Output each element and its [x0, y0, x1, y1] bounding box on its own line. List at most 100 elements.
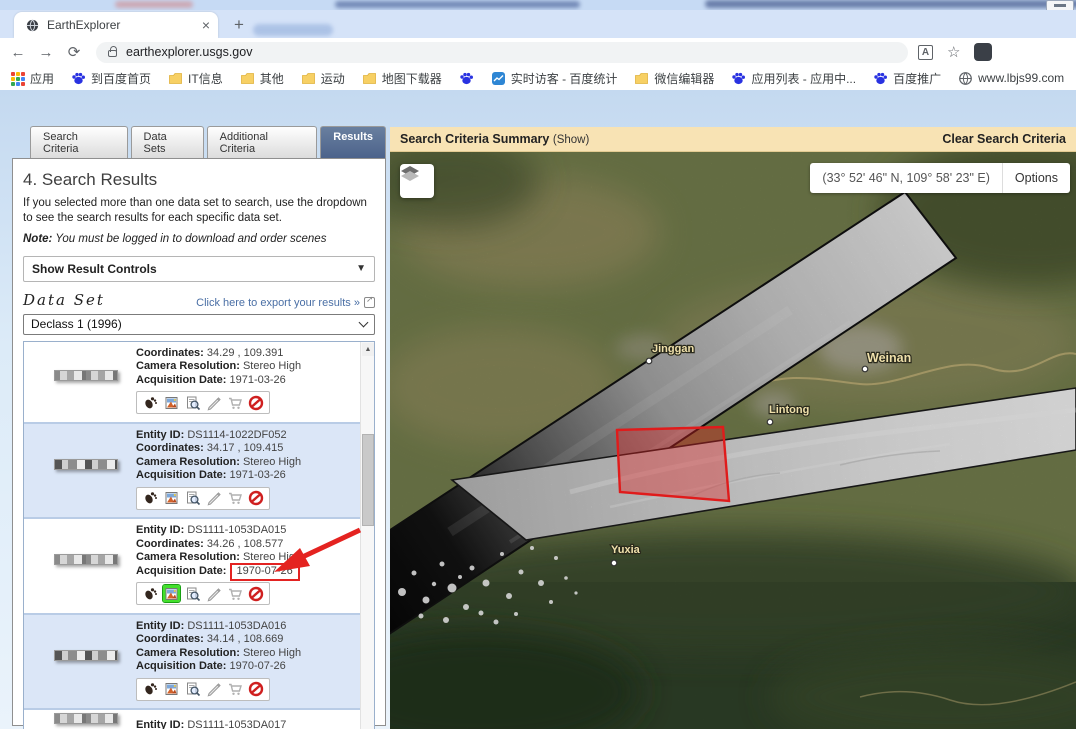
- bookmark-star-icon[interactable]: ☆: [947, 43, 960, 61]
- url-bar[interactable]: earthexplorer.usgs.gov: [96, 42, 908, 63]
- bookmark-item[interactable]: 到百度首页: [71, 70, 151, 87]
- tab-data-sets[interactable]: Data Sets: [131, 126, 204, 158]
- baidu-paw-icon: [71, 71, 86, 86]
- bookmark-item[interactable]: IT信息: [168, 70, 223, 87]
- panel-tabs: Search CriteriaData SetsAdditional Crite…: [12, 126, 386, 158]
- result-field: Camera Resolution: Stereo High: [136, 647, 354, 661]
- compare-button[interactable]: [205, 585, 222, 602]
- scene-thumbnail[interactable]: [54, 370, 118, 381]
- shopping-cart-button[interactable]: [226, 394, 243, 411]
- highlighted-acquisition-date: 1970-07-26: [230, 563, 300, 582]
- earthexplorer-page: Search CriteriaData SetsAdditional Crite…: [0, 90, 1076, 729]
- bookmark-item[interactable]: 其他: [240, 70, 284, 87]
- map-satellite-view[interactable]: JingganWeinanLintongYuxia: [390, 152, 1076, 729]
- show-metadata-icon: [185, 586, 201, 602]
- bookmark-item[interactable]: www.lbjs99.com: [958, 71, 1064, 86]
- extension-icon[interactable]: [974, 43, 992, 61]
- layers-control-button[interactable]: [400, 164, 434, 198]
- browse-overlay-button[interactable]: [163, 490, 180, 507]
- folder-icon: [362, 71, 377, 86]
- https-lock-icon: [108, 50, 117, 57]
- show-metadata-button[interactable]: [184, 490, 201, 507]
- translate-icon[interactable]: A: [918, 45, 933, 60]
- export-results-link[interactable]: Click here to export your results »: [196, 297, 375, 309]
- place-label-yuxia: Yuxia: [611, 544, 641, 556]
- clear-search-button[interactable]: Clear Search Criteria: [942, 132, 1066, 146]
- bookmark-item[interactable]: 应用列表 - 应用中...: [731, 70, 856, 87]
- show-metadata-icon: [185, 395, 201, 411]
- bookmark-item[interactable]: 地图下载器: [362, 70, 442, 87]
- compare-button[interactable]: [205, 394, 222, 411]
- exclude-scene-button[interactable]: [247, 681, 264, 698]
- scene-action-bar: [136, 582, 270, 605]
- tab-search-criteria[interactable]: Search Criteria: [30, 126, 128, 158]
- bookmark-label: 到百度首页: [91, 70, 151, 87]
- show-metadata-button[interactable]: [184, 394, 201, 411]
- footprint-button[interactable]: [142, 585, 159, 602]
- shopping-cart-button[interactable]: [226, 585, 243, 602]
- footprint-button[interactable]: [142, 681, 159, 698]
- scene-thumbnail[interactable]: [54, 713, 118, 724]
- map-options-button[interactable]: Options: [1002, 163, 1070, 193]
- scene-thumbnail[interactable]: [54, 459, 118, 470]
- close-tab-icon[interactable]: ×: [202, 18, 210, 32]
- place-label-jinggan: Jinggan: [652, 343, 694, 355]
- results-scrollbar[interactable]: ▲: [360, 342, 374, 729]
- browser-tab[interactable]: EarthExplorer ×: [14, 12, 218, 38]
- forward-icon[interactable]: →: [32, 44, 60, 61]
- scene-thumbnail[interactable]: [54, 650, 118, 661]
- folder-icon: [634, 71, 649, 86]
- bookmark-item[interactable]: 运动: [301, 70, 345, 87]
- shopping-cart-button[interactable]: [226, 490, 243, 507]
- page-title: 4. Search Results: [23, 170, 375, 190]
- exclude-scene-button[interactable]: [247, 394, 264, 411]
- tab-results[interactable]: Results: [320, 126, 386, 158]
- data-set-select[interactable]: Declass 1 (1996): [23, 314, 375, 335]
- result-field: Entity ID: DS1111-1053DA016: [136, 620, 354, 634]
- map-canvas[interactable]: JingganWeinanLintongYuxia (33° 52' 46" N…: [390, 152, 1076, 729]
- scene-thumbnail[interactable]: [54, 554, 118, 565]
- bookmark-item[interactable]: 实时访客 - 百度统计: [491, 70, 618, 87]
- bookmark-item[interactable]: 微信编辑器: [634, 70, 714, 87]
- show-metadata-button[interactable]: [184, 681, 201, 698]
- chart-icon: [491, 71, 506, 86]
- shopping-cart-button[interactable]: [226, 681, 243, 698]
- exclude-scene-button[interactable]: [247, 585, 264, 602]
- reload-icon[interactable]: ⟳: [60, 43, 88, 61]
- selected-scene-footprint[interactable]: [617, 427, 729, 501]
- show-result-controls-toggle[interactable]: Show Result Controls ▼: [23, 256, 375, 282]
- footprint-button[interactable]: [142, 394, 159, 411]
- new-tab-button[interactable]: +: [228, 14, 250, 36]
- exclude-scene-button[interactable]: [247, 490, 264, 507]
- browse-overlay-button[interactable]: [163, 394, 180, 411]
- show-metadata-button[interactable]: [184, 585, 201, 602]
- browse-overlay-button[interactable]: [163, 585, 180, 602]
- footprint-button[interactable]: [142, 490, 159, 507]
- compare-button[interactable]: [205, 490, 222, 507]
- shopping-cart-icon: [227, 586, 243, 602]
- summary-show-toggle[interactable]: (Show): [553, 134, 589, 146]
- bookmark-item[interactable]: 应用: [10, 70, 54, 87]
- data-set-label: Data Set: [23, 291, 105, 309]
- place-dot-yuxia: [611, 560, 617, 566]
- result-item: Entity ID: DS1111-1053DA016Coordinates: …: [24, 615, 374, 711]
- baidu-paw-icon: [459, 71, 474, 86]
- folder-icon: [168, 71, 183, 86]
- result-item: Entity ID: DS1111-1053DA017: [24, 710, 374, 729]
- back-icon[interactable]: ←: [4, 44, 32, 61]
- compare-button[interactable]: [205, 681, 222, 698]
- exclude-scene-icon: [248, 490, 264, 506]
- scrollbar-thumb[interactable]: [362, 434, 374, 526]
- tab-additional-criteria[interactable]: Additional Criteria: [207, 126, 318, 158]
- scene-action-bar: [136, 391, 270, 414]
- browse-overlay-button[interactable]: [163, 681, 180, 698]
- browser-toolbar: ← → ⟳ earthexplorer.usgs.gov A ☆: [0, 38, 1076, 66]
- result-field: Entity ID: DS1111-1053DA015: [136, 524, 354, 538]
- bookmark-item[interactable]: [459, 71, 474, 86]
- results-panel: Search CriteriaData SetsAdditional Crite…: [12, 126, 386, 726]
- bookmark-item[interactable]: 百度推广: [873, 70, 941, 87]
- scroll-up-arrow-icon[interactable]: ▲: [362, 343, 374, 356]
- folder-icon: [240, 71, 255, 86]
- url-text[interactable]: earthexplorer.usgs.gov: [126, 45, 252, 59]
- scene-action-bar: [136, 678, 270, 701]
